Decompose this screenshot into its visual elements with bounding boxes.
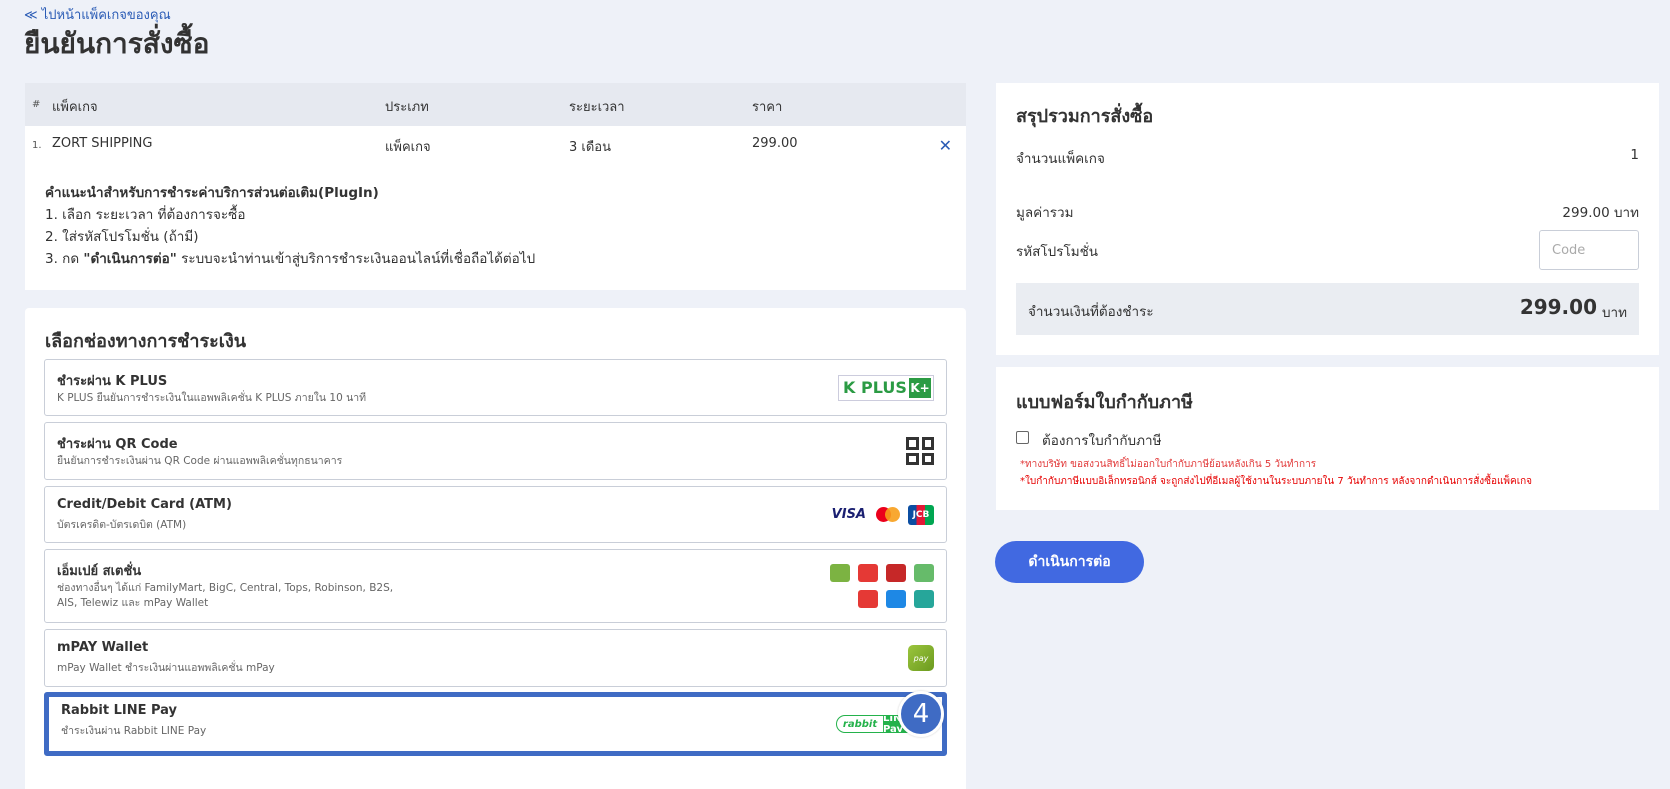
order-summary-card: สรุปรวมการสั่งซื้อ จำนวนแพ็คเกจ 1 มูลค่า… <box>996 83 1659 355</box>
guide-step-3-prefix: 3. กด <box>45 251 84 267</box>
option-desc: mPay Wallet ชำระเงินผ่านแอพพลิเคชั่น mPa… <box>57 662 275 674</box>
option-desc: ยืนยันการชำระเงินผ่าน QR Code ผ่านแอพพลิ… <box>57 455 343 467</box>
table-header: # แพ็คเกจ ประเภท ระยะเวลา ราคา <box>25 83 966 126</box>
payment-method-card: เลือกช่องทางการชำระเงิน ชำระผ่าน K PLUS … <box>25 308 966 789</box>
row-num: 1. <box>32 140 42 151</box>
qr-code-icon <box>906 437 934 465</box>
option-desc: K PLUS ยืนยันการชำระเงินในแอพพลิเคชั่น K… <box>57 392 367 404</box>
mpay-logo-icon: pay <box>908 645 934 671</box>
option-title: Rabbit LINE Pay <box>61 703 178 718</box>
promo-code-input[interactable] <box>1539 230 1639 270</box>
guide-step-1: 1. เลือก ระยะเวลา ที่ต้องการจะซื้อ <box>45 207 246 223</box>
table-row: 1. ZORT SHIPPING แพ็คเกจ 3 เดือน 299.00 … <box>25 126 966 164</box>
tax-invoice-checkbox-label[interactable]: ต้องการใบกำกับภาษี <box>1042 429 1162 451</box>
col-package: แพ็คเกจ <box>52 100 98 115</box>
total-box: จำนวนเงินที่ต้องชำระ 299.00 บาท <box>1016 283 1639 335</box>
store-logos-icon <box>830 564 934 608</box>
option-title: mPAY Wallet <box>57 640 149 655</box>
total-unit: บาท <box>1601 305 1627 321</box>
payment-title: เลือกช่องทางการชำระเงิน <box>45 331 247 352</box>
option-desc: ช่องทางอื่นๆ ได้แก่ FamilyMart, BigC, Ce… <box>57 582 394 609</box>
continue-button[interactable]: ดำเนินการต่อ <box>995 541 1144 583</box>
guide-step-3: 3. กด "ดำเนินการต่อ" ระบบจะนำท่านเข้าสู่… <box>45 248 946 270</box>
mastercard-logo-icon <box>876 505 902 525</box>
option-title: ชำระผ่าน QR Code <box>57 437 178 452</box>
option-desc: บัตรเครดิต-บัตรเดบิต (ATM) <box>57 519 187 531</box>
summary-title: สรุปรวมการสั่งซื้อ <box>1016 106 1154 127</box>
row-price: 299.00 <box>752 136 798 151</box>
col-price: ราคา <box>752 100 783 115</box>
col-num: # <box>32 99 41 110</box>
payment-option-rabbit-linepay[interactable]: Rabbit LINE Pay ชำระเงินผ่าน Rabbit LINE… <box>44 692 947 756</box>
visa-logo-icon: VISA <box>831 507 866 522</box>
guide-step-3-suffix: ระบบจะนำท่านเข้าสู่บริการชำระเงินออนไลน์… <box>176 251 536 267</box>
col-type: ประเภท <box>385 100 429 115</box>
payment-option-mpay-wallet[interactable]: mPAY Wallet mPay Wallet ชำระเงินผ่านแอพพ… <box>44 629 947 687</box>
option-title: Credit/Debit Card (ATM) <box>57 497 232 512</box>
guide-step-3-bold: "ดำเนินการต่อ" <box>83 251 177 267</box>
remove-icon[interactable]: ✕ <box>939 136 952 155</box>
total-label: จำนวนเงินที่ต้องชำระ <box>1028 304 1154 320</box>
option-desc: ชำระเงินผ่าน Rabbit LINE Pay <box>61 725 207 737</box>
payment-option-card[interactable]: Credit/Debit Card (ATM) บัตรเครดิต-บัตรเ… <box>44 486 947 543</box>
tax-invoice-card: แบบฟอร์มใบกำกับภาษี ต้องการใบกำกับภาษี *… <box>996 367 1659 510</box>
tax-note-1: *ทางบริษัท ขอสงวนสิทธิ์ไม่ออกใบกำกับภาษี… <box>1020 459 1317 470</box>
jcb-logo-icon: JCB <box>908 504 934 525</box>
payment-option-kplus[interactable]: ชำระผ่าน K PLUS K PLUS ยืนยันการชำระเงิน… <box>44 359 947 416</box>
option-title: ชำระผ่าน K PLUS <box>57 374 168 389</box>
tax-invoice-checkbox[interactable] <box>1016 431 1029 444</box>
row-type: แพ็คเกจ <box>385 140 431 155</box>
package-count-value: 1 <box>1630 147 1639 163</box>
kplus-logo-icon: K PLUS K+ <box>838 374 934 401</box>
subtotal-value: 299.00 บาท <box>1562 205 1639 221</box>
plugin-guide: คำแนะนำสำหรับการชำระค่าบริการส่วนต่อเติม… <box>25 164 966 290</box>
col-duration: ระยะเวลา <box>569 100 625 115</box>
guide-step-2: 2. ใส่รหัสโปรโมชั่น (ถ้ามี) <box>45 229 199 245</box>
promo-label: รหัสโปรโมชั่น <box>1016 244 1099 260</box>
tax-note-2: *ใบกำกับภาษีแบบอิเล็กทรอนิกส์ จะถูกส่งไป… <box>1020 476 1533 487</box>
package-count-label: จำนวนแพ็คเกจ <box>1016 151 1105 167</box>
payment-option-qr[interactable]: ชำระผ่าน QR Code ยืนยันการชำระเงินผ่าน Q… <box>44 422 947 480</box>
option-title: เอ็มเปย์ สเตชั่น <box>57 564 142 579</box>
step-number-badge: 4 <box>898 691 944 737</box>
package-table: # แพ็คเกจ ประเภท ระยะเวลา ราคา 1. ZORT S… <box>25 83 966 290</box>
payment-option-mpay-station[interactable]: เอ็มเปย์ สเตชั่น ช่องทางอื่นๆ ได้แก่ Fam… <box>44 549 947 623</box>
row-duration: 3 เดือน <box>569 140 611 155</box>
guide-title: คำแนะนำสำหรับการชำระค่าบริการส่วนต่อเติม… <box>45 185 379 201</box>
tax-title: แบบฟอร์มใบกำกับภาษี <box>1016 392 1193 413</box>
total-value: 299.00 <box>1519 295 1597 319</box>
page-title: ยืนยันการสั่งซื้อ <box>24 27 210 60</box>
subtotal-label: มูลค่ารวม <box>1016 205 1074 221</box>
row-package: ZORT SHIPPING <box>52 136 153 151</box>
